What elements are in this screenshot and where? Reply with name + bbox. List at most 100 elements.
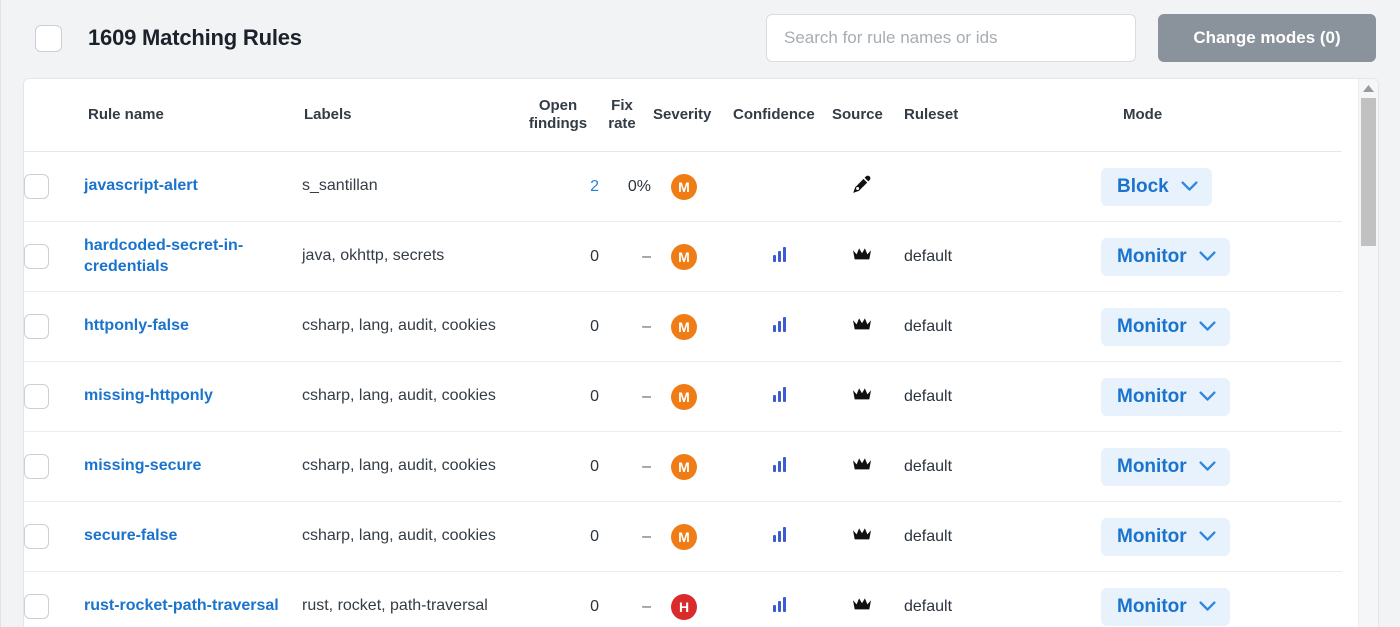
confidence-cell <box>731 361 832 432</box>
select-all-checkbox[interactable] <box>35 24 62 52</box>
rules-table-head: Rule name Labels Open findings Fix rate … <box>24 79 1342 152</box>
table-row: missing-secure csharp, lang, audit, cooki… <box>24 431 1342 502</box>
fix-rate-cell: 0% <box>599 151 651 222</box>
confidence-bars-icon <box>773 316 786 332</box>
ruleset-value: default <box>904 527 953 545</box>
confidence-cell <box>731 501 832 572</box>
rule-name-cell: httponly-false <box>84 291 302 362</box>
rule-name-link[interactable]: missing-httponly <box>84 386 213 406</box>
rule-name-cell: missing-httponly <box>84 361 302 432</box>
column-header-severity[interactable]: Severity <box>651 79 731 152</box>
mode-dropdown-button[interactable]: Monitor <box>1101 237 1230 276</box>
mode-dropdown-button[interactable]: Monitor <box>1101 517 1230 556</box>
column-header-ruleset[interactable]: Ruleset <box>904 79 1101 152</box>
mode-dropdown-button[interactable]: Block <box>1101 167 1212 206</box>
row-checkbox[interactable] <box>24 524 49 549</box>
row-checkbox[interactable] <box>24 244 49 269</box>
rule-name-link[interactable]: javascript-alert <box>84 176 198 196</box>
column-header-rule-name-label: Rule name <box>88 105 164 123</box>
severity-badge: M <box>671 173 697 200</box>
confidence-cell <box>731 291 832 362</box>
rules-table-card: Rule name Labels Open findings Fix rate … <box>23 78 1379 627</box>
column-header-fix-rate[interactable]: Fix rate <box>599 79 651 152</box>
severity-cell: M <box>651 361 731 432</box>
column-header-rule-name[interactable]: Rule name <box>84 79 302 152</box>
column-header-confidence-label: Confidence <box>733 105 815 123</box>
mode-dropdown-button[interactable]: Monitor <box>1101 377 1230 416</box>
mode-dropdown-label: Monitor <box>1117 525 1187 547</box>
column-header-mode[interactable]: Mode <box>1101 79 1342 152</box>
open-findings-link[interactable]: 2 <box>590 178 599 195</box>
rule-name-link[interactable]: secure-false <box>84 526 177 546</box>
row-checkbox[interactable] <box>24 384 49 409</box>
severity-badge: M <box>671 453 697 480</box>
row-checkbox-cell <box>24 431 84 502</box>
column-header-checkbox <box>24 79 84 152</box>
mode-dropdown-button[interactable]: Monitor <box>1101 307 1230 346</box>
row-checkbox-cell <box>24 221 84 292</box>
source-cell <box>832 571 904 627</box>
row-checkbox[interactable] <box>24 454 49 479</box>
confidence-cell <box>731 221 832 292</box>
rules-toolbar: 1609 Matching Rules Change modes (0) <box>7 0 1400 76</box>
open-findings-cell: 0 <box>527 221 599 292</box>
open-findings-cell: 0 <box>527 361 599 432</box>
rule-labels: csharp, lang, audit, cookies <box>302 527 496 545</box>
search-input[interactable] <box>766 14 1136 62</box>
rule-name-link[interactable]: missing-secure <box>84 456 201 476</box>
fix-rate-cell: – <box>599 501 651 572</box>
severity-badge: M <box>671 313 697 340</box>
fix-rate-value: – <box>642 457 651 475</box>
rule-name-link[interactable]: httponly-false <box>84 316 189 336</box>
column-header-fix-line1: Fix <box>611 96 633 114</box>
column-header-open-findings[interactable]: Open findings <box>527 79 599 152</box>
row-checkbox[interactable] <box>24 174 49 199</box>
rules-table: Rule name Labels Open findings Fix rate … <box>24 79 1342 627</box>
rule-name-link[interactable]: rust-rocket-path-traversal <box>84 596 279 616</box>
table-row: rust-rocket-path-traversal rust, rocket, … <box>24 571 1342 627</box>
mode-dropdown-button[interactable]: Monitor <box>1101 447 1230 486</box>
mode-cell: Monitor <box>1101 361 1342 432</box>
page-title: 1609 Matching Rules <box>88 25 302 50</box>
mode-dropdown-label: Block <box>1117 175 1169 197</box>
scrollbar-thumb[interactable] <box>1361 98 1376 246</box>
fix-rate-cell: – <box>599 431 651 502</box>
rules-table-body: javascript-alert s_santillan 2 0% M Block hard… <box>24 151 1342 627</box>
table-row: secure-false csharp, lang, audit, cookies… <box>24 501 1342 572</box>
mode-cell: Monitor <box>1101 501 1342 572</box>
mode-cell: Monitor <box>1101 221 1342 292</box>
ruleset-cell <box>904 151 1101 222</box>
column-header-labels[interactable]: Labels <box>302 79 527 152</box>
rule-labels-cell: csharp, lang, audit, cookies <box>302 291 527 362</box>
column-header-source[interactable]: Source <box>832 79 904 152</box>
change-modes-button[interactable]: Change modes (0) <box>1158 14 1376 62</box>
open-findings-value: 0 <box>590 527 599 545</box>
column-header-confidence[interactable]: Confidence <box>731 79 832 152</box>
rule-labels: csharp, lang, audit, cookies <box>302 317 496 335</box>
row-checkbox[interactable] <box>24 314 49 339</box>
confidence-cell <box>731 151 832 222</box>
table-scrollbar[interactable] <box>1358 79 1378 627</box>
ruleset-cell: default <box>904 361 1101 432</box>
column-header-labels-label: Labels <box>304 105 352 123</box>
rule-name-cell: hardcoded-secret-in-credentials <box>84 221 302 292</box>
severity-badge: H <box>671 593 697 620</box>
severity-badge: M <box>671 523 697 550</box>
crown-icon <box>852 387 872 402</box>
chevron-down-icon <box>1199 601 1216 612</box>
rule-labels-cell: s_santillan <box>302 151 527 222</box>
fix-rate-value: 0% <box>627 177 651 195</box>
row-checkbox[interactable] <box>24 594 49 619</box>
source-cell <box>832 431 904 502</box>
mode-dropdown-button[interactable]: Monitor <box>1101 587 1230 626</box>
severity-badge: M <box>671 243 697 270</box>
fix-rate-cell: – <box>599 291 651 362</box>
scroll-up-arrow-icon[interactable] <box>1359 79 1378 97</box>
row-checkbox-cell <box>24 571 84 627</box>
table-row: httponly-false csharp, lang, audit, cooki… <box>24 291 1342 362</box>
rules-page: 1609 Matching Rules Change modes (0) Rul… <box>0 0 1400 627</box>
confidence-cell <box>731 571 832 627</box>
rule-name-cell: missing-secure <box>84 431 302 502</box>
fix-rate-cell: – <box>599 221 651 292</box>
rule-name-link[interactable]: hardcoded-secret-in-credentials <box>84 236 302 277</box>
